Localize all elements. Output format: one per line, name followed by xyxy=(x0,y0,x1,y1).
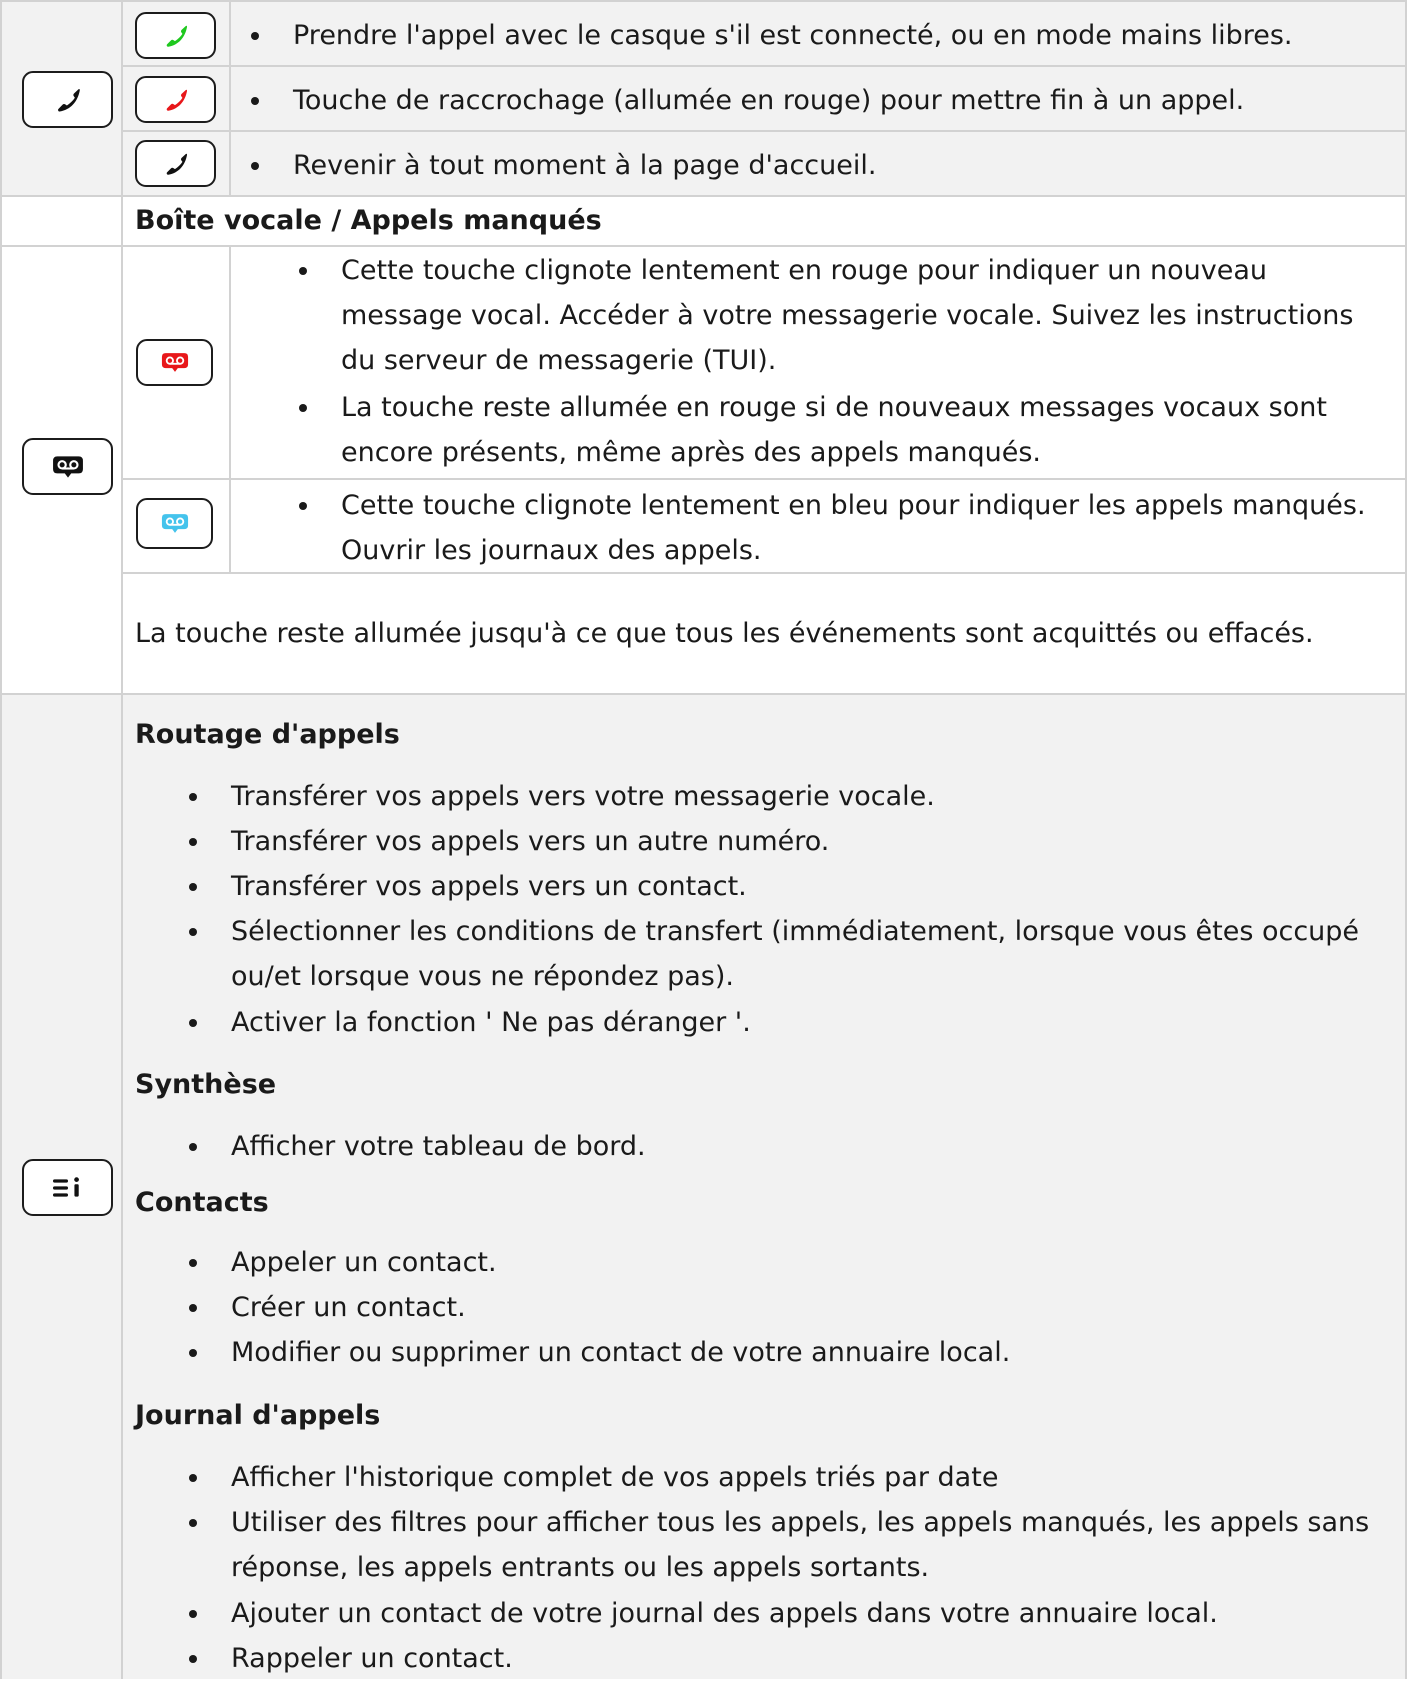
list-item: Modifier ou supprimer un contact de votr… xyxy=(189,1330,1391,1375)
list-item: Transférer vos appels vers un autre numé… xyxy=(189,819,1391,864)
voicemail-blue-bullet: Cette touche clignote lentement en bleu … xyxy=(299,483,1391,573)
list-item: Afficher l'historique complet de vos app… xyxy=(189,1455,1391,1500)
group-title-contacts: Contacts xyxy=(135,1187,269,1218)
voicemail-note: La touche reste allumée jusqu'à ce que t… xyxy=(135,618,1314,649)
voicemail-blue-icon xyxy=(161,513,189,534)
voicemail-red-key[interactable] xyxy=(136,339,213,386)
list-item: Rappeler un contact. xyxy=(189,1636,1391,1681)
list-item: Créer un contact. xyxy=(189,1285,1391,1330)
answer-call-key[interactable] xyxy=(135,12,216,59)
list-item: Appeler un contact. xyxy=(189,1240,1391,1285)
home-text: Revenir à tout moment à la page d'accuei… xyxy=(251,143,1383,188)
list-item: Utiliser des filtres pour afficher tous … xyxy=(189,1500,1391,1590)
phone-handset-green-icon xyxy=(162,22,190,50)
main-phone-key[interactable] xyxy=(22,71,113,128)
phone-handset-red-icon xyxy=(162,86,190,114)
list-item: Afficher votre tableau de bord. xyxy=(189,1124,1391,1169)
voicemail-heading: Boîte vocale / Appels manqués xyxy=(135,205,602,236)
home-key[interactable] xyxy=(135,140,216,187)
group-title-summary: Synthèse xyxy=(135,1069,277,1100)
list-item: Activer la fonction ' Ne pas déranger '. xyxy=(189,1000,1391,1045)
voicemail-icon xyxy=(52,455,84,479)
group-title-call-log: Journal d'appels xyxy=(135,1400,381,1431)
list-item: Transférer vos appels vers un contact. xyxy=(189,864,1391,909)
voicemail-red-bullet-1: Cette touche clignote lentement en rouge… xyxy=(299,248,1371,383)
answer-call-text: Prendre l'appel avec le casque s'il est … xyxy=(251,13,1383,58)
list-item: Ajouter un contact de votre journal des … xyxy=(189,1591,1391,1636)
hang-up-key[interactable] xyxy=(135,76,216,123)
voicemail-red-icon xyxy=(161,352,189,373)
group-title-call-routing: Routage d'appels xyxy=(135,719,400,750)
hang-up-text: Touche de raccrochage (allumée en rouge)… xyxy=(251,78,1383,123)
menu-info-icon xyxy=(53,1177,83,1199)
list-item: Sélectionner les conditions de transfert… xyxy=(189,909,1391,999)
phone-handset-icon xyxy=(53,85,83,115)
voicemail-blue-key[interactable] xyxy=(136,498,213,549)
list-item: Transférer vos appels vers votre message… xyxy=(189,774,1391,819)
phone-handset-icon xyxy=(162,150,190,178)
voicemail-red-bullet-2: La touche reste allumée en rouge si de n… xyxy=(299,385,1371,475)
menu-info-key[interactable] xyxy=(22,1159,113,1216)
voicemail-main-key[interactable] xyxy=(22,438,113,495)
